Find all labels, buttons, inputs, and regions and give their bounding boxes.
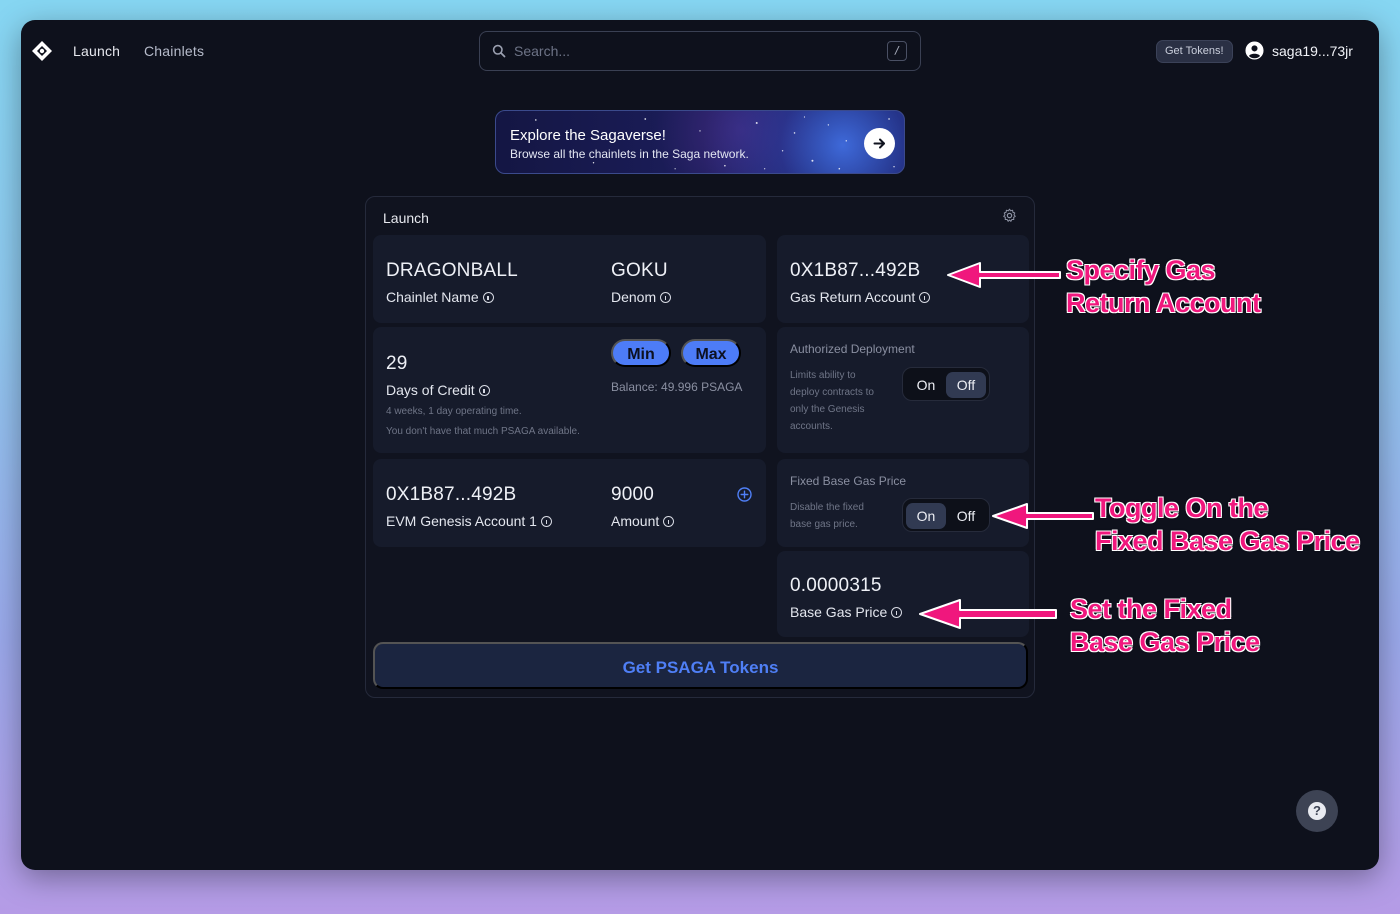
info-icon[interactable] <box>540 516 552 527</box>
app-window: Launch Chainlets Search... / Get Tokens!… <box>21 20 1379 870</box>
arrow-right-icon <box>873 138 885 149</box>
authorized-title: Authorized Deployment <box>790 342 915 356</box>
help-button[interactable]: ? <box>1296 790 1338 832</box>
genesis-amount-value[interactable]: 9000 <box>611 484 654 506</box>
fixed-gas-off-option[interactable]: Off <box>946 503 986 529</box>
genesis-account-card: 0X1B87...492B EVM Genesis Account 1 9000… <box>373 459 766 547</box>
nav-chainlets[interactable]: Chainlets <box>144 43 204 59</box>
get-psaga-tokens-button[interactable]: Get PSAGA Tokens <box>373 642 1028 689</box>
base-gas-price-value[interactable]: 0.0000315 <box>790 575 882 597</box>
genesis-account-value[interactable]: 0X1B87...492B <box>386 484 516 506</box>
add-account-plus-icon[interactable] <box>737 487 752 502</box>
fixed-gas-on-option[interactable]: On <box>906 503 946 529</box>
min-button[interactable]: Min <box>611 339 671 367</box>
help-question-icon: ? <box>1308 802 1326 820</box>
user-avatar-icon[interactable] <box>1245 41 1264 60</box>
denom-label: Denom <box>611 289 672 305</box>
authorized-deployment-card: Authorized Deployment Limits ability to … <box>777 327 1029 453</box>
authorized-off-option[interactable]: Off <box>946 372 986 398</box>
credit-days-value[interactable]: 29 <box>386 353 408 375</box>
info-icon[interactable] <box>478 385 490 396</box>
denom-value[interactable]: GOKU <box>611 260 668 282</box>
info-icon[interactable] <box>919 292 931 303</box>
credit-duration-note: 4 weeks, 1 day operating time. <box>386 406 522 417</box>
get-tokens-button[interactable]: Get Tokens! <box>1156 40 1233 63</box>
chainlet-name-card: DRAGONBALL Chainlet Name GOKU Denom <box>373 235 766 323</box>
fixed-gas-toggle[interactable]: On Off <box>902 498 990 532</box>
fixed-gas-desc-2: base gas price. <box>790 519 858 530</box>
annotation-gas-return: Specify Gas Return Account <box>1066 255 1261 318</box>
credit-card: 29 Days of Credit 4 weeks, 1 day operati… <box>373 327 766 453</box>
fixed-gas-desc-1: Disable the fixed <box>790 502 864 513</box>
authorized-desc-3: only the Genesis <box>790 404 865 415</box>
annotation-arrow-icon <box>992 503 1094 529</box>
gas-return-value[interactable]: 0X1B87...492B <box>790 260 920 282</box>
gear-icon[interactable] <box>1002 208 1017 223</box>
credit-balance-warning: You don't have that much PSAGA available… <box>386 426 580 437</box>
saga-logo-icon[interactable] <box>31 40 53 62</box>
gas-return-label: Gas Return Account <box>790 289 931 305</box>
info-icon[interactable] <box>891 607 903 618</box>
max-button[interactable]: Max <box>681 339 741 367</box>
annotation-set-base-gas: Set the Fixed Base Gas Price <box>1070 594 1260 657</box>
genesis-account-label: EVM Genesis Account 1 <box>386 513 552 529</box>
sagaverse-banner[interactable]: Explore the Sagaverse! Browse all the ch… <box>495 110 905 174</box>
search-placeholder: Search... <box>514 43 571 59</box>
panel-title: Launch <box>383 210 429 226</box>
info-icon[interactable] <box>663 516 675 527</box>
nav-launch[interactable]: Launch <box>73 43 120 59</box>
search-input[interactable]: Search... / <box>479 31 921 71</box>
search-icon <box>492 44 506 58</box>
user-address[interactable]: saga19...73jr <box>1272 43 1353 59</box>
annotation-arrow-icon <box>919 599 1057 629</box>
banner-subtitle: Browse all the chainlets in the Saga net… <box>510 147 749 161</box>
authorized-toggle[interactable]: On Off <box>902 367 990 401</box>
fixed-gas-title: Fixed Base Gas Price <box>790 474 907 488</box>
balance-text: Balance: 49.996 PSAGA <box>611 380 743 394</box>
authorized-desc-4: accounts. <box>790 421 833 432</box>
chainlet-name-label: Chainlet Name <box>386 289 494 305</box>
authorized-desc-2: deploy contracts to <box>790 387 874 398</box>
base-gas-price-label: Base Gas Price <box>790 604 903 620</box>
info-icon[interactable] <box>660 292 672 303</box>
credit-label: Days of Credit <box>386 382 490 398</box>
search-shortcut-key: / <box>887 41 907 61</box>
chainlet-name-value[interactable]: DRAGONBALL <box>386 260 518 282</box>
annotation-arrow-icon <box>947 262 1061 288</box>
banner-title: Explore the Sagaverse! <box>510 127 666 144</box>
authorized-desc-1: Limits ability to <box>790 370 856 381</box>
annotation-toggle-fixed-gas: Toggle On the Fixed Base Gas Price <box>1095 493 1360 556</box>
authorized-on-option[interactable]: On <box>906 372 946 398</box>
banner-arrow-button[interactable] <box>864 128 895 159</box>
info-icon[interactable] <box>482 292 494 303</box>
genesis-amount-label: Amount <box>611 513 675 529</box>
